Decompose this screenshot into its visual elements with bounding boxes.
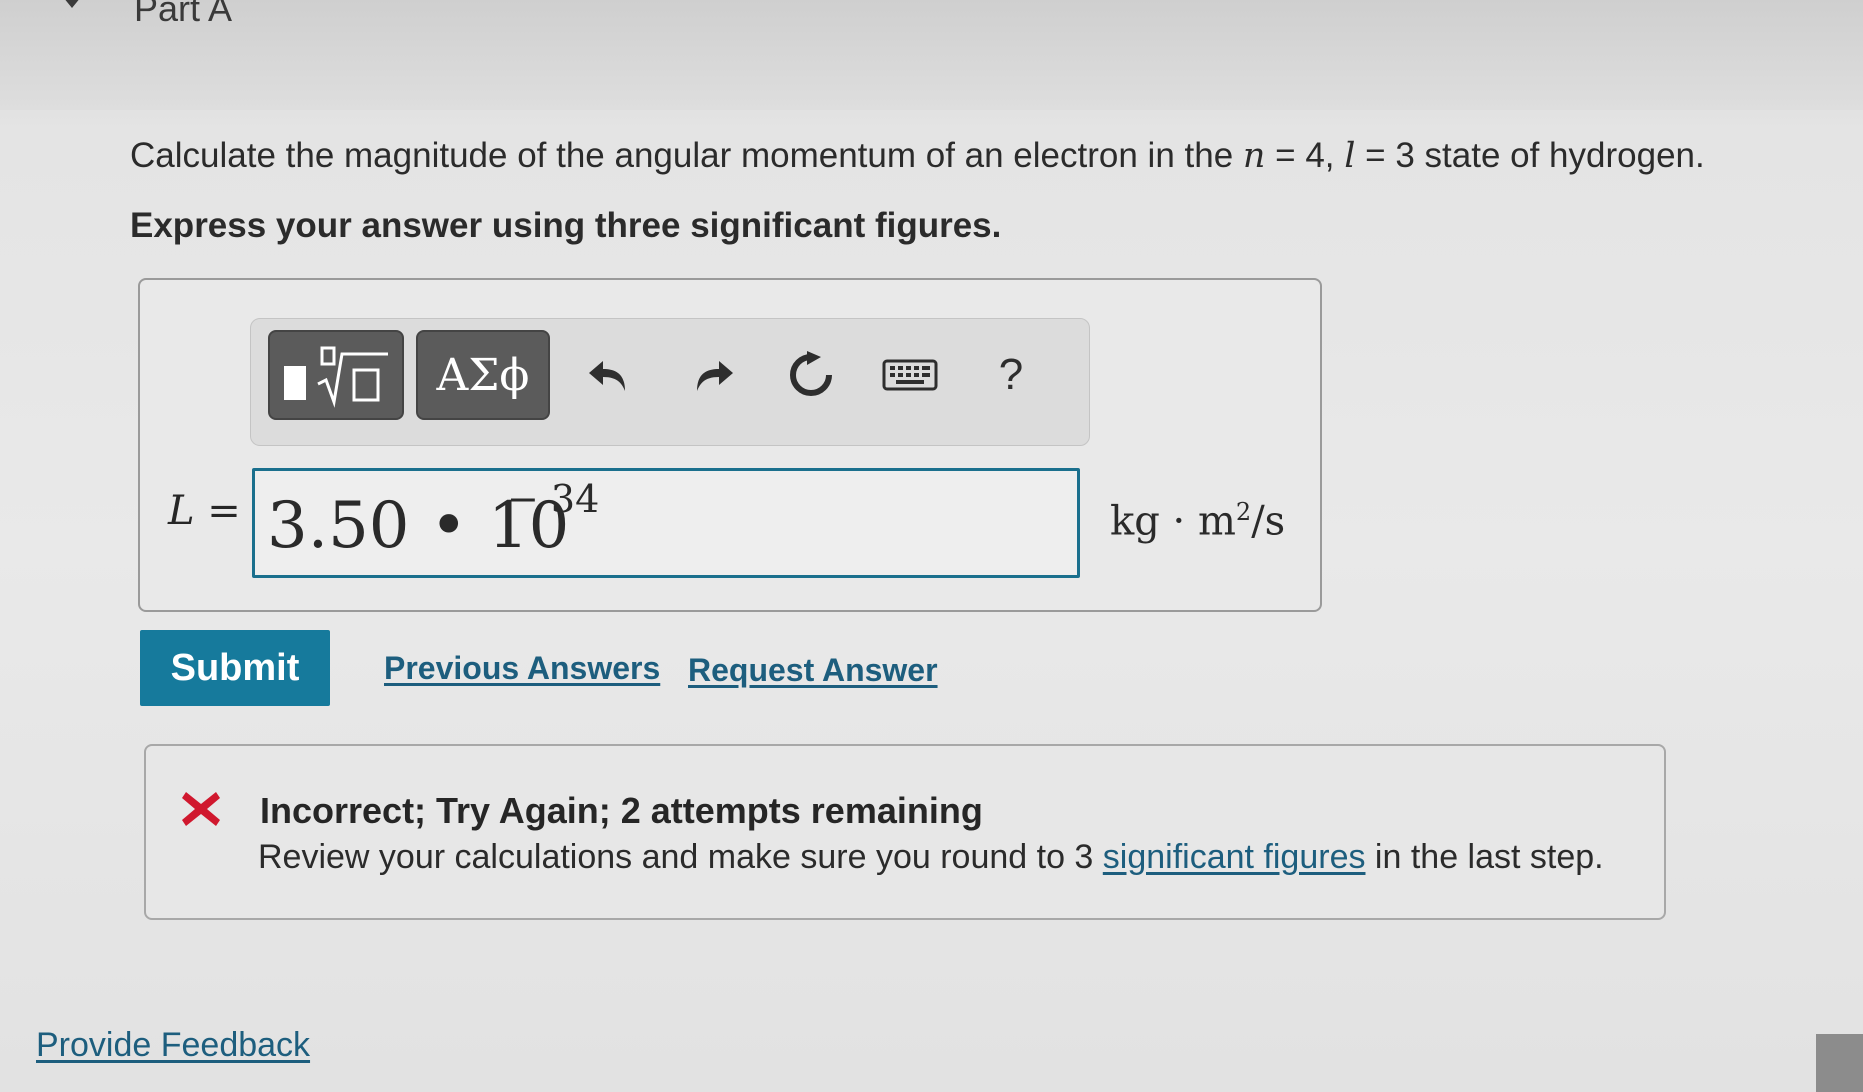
l-value: = 3 state of hydrogen. [1355,136,1705,175]
question-text-lead: Calculate the magnitude of the angular m… [130,136,1243,175]
l-variable: l [1344,136,1356,176]
undo-icon [589,361,625,391]
help-button[interactable]: ? [976,340,1046,410]
units-power: 2 [1235,498,1252,526]
part-title: Part A [134,0,233,29]
instruction-text: Express your answer using three signific… [130,206,1002,245]
answer-input[interactable]: 3.50 • 10 − 34 [252,468,1080,578]
collapse-caret-icon[interactable] [54,0,90,8]
templates-button[interactable] [268,330,404,420]
previous-answers-link[interactable]: Previous Answers [384,650,660,687]
redo-icon [697,361,733,391]
feedback-title: Incorrect; Try Again; 2 attempts remaini… [260,790,983,831]
question-text: Calculate the magnitude of the angular m… [130,136,1705,176]
keyboard-icon [882,359,938,391]
answer-units: kg · m2/s [1110,498,1285,544]
n-value: = 4, [1265,136,1345,175]
answer-variable: L [168,488,195,534]
answer-equals: = [194,488,241,534]
feedback-box [144,744,1666,920]
units-tail: /s [1251,498,1286,545]
provide-feedback-link[interactable]: Provide Feedback [36,1026,310,1065]
keyboard-button[interactable] [875,340,945,410]
units-base: kg · m [1110,498,1236,545]
n-variable: n [1242,136,1266,176]
reset-button[interactable] [776,340,846,410]
undo-button[interactable] [574,340,644,410]
redo-button[interactable] [678,340,748,410]
feedback-message-lead: Review your calculations and make sure y… [258,838,1103,876]
greek-symbols-button[interactable]: ΑΣϕ [416,330,550,420]
significant-figures-link[interactable]: significant figures [1103,838,1366,876]
submit-button[interactable]: Submit [140,630,330,706]
feedback-message-tail: in the last step. [1365,838,1604,876]
part-header [0,0,1863,110]
templates-icon [284,346,388,408]
request-answer-link[interactable]: Request Answer [688,652,938,689]
reset-icon [790,351,832,396]
feedback-message: Review your calculations and make sure y… [258,838,1604,877]
answer-exponent: − 34 [507,477,600,521]
incorrect-x-icon [182,792,220,826]
corner-tab [1816,1034,1863,1092]
answer-label: L = [168,488,241,534]
